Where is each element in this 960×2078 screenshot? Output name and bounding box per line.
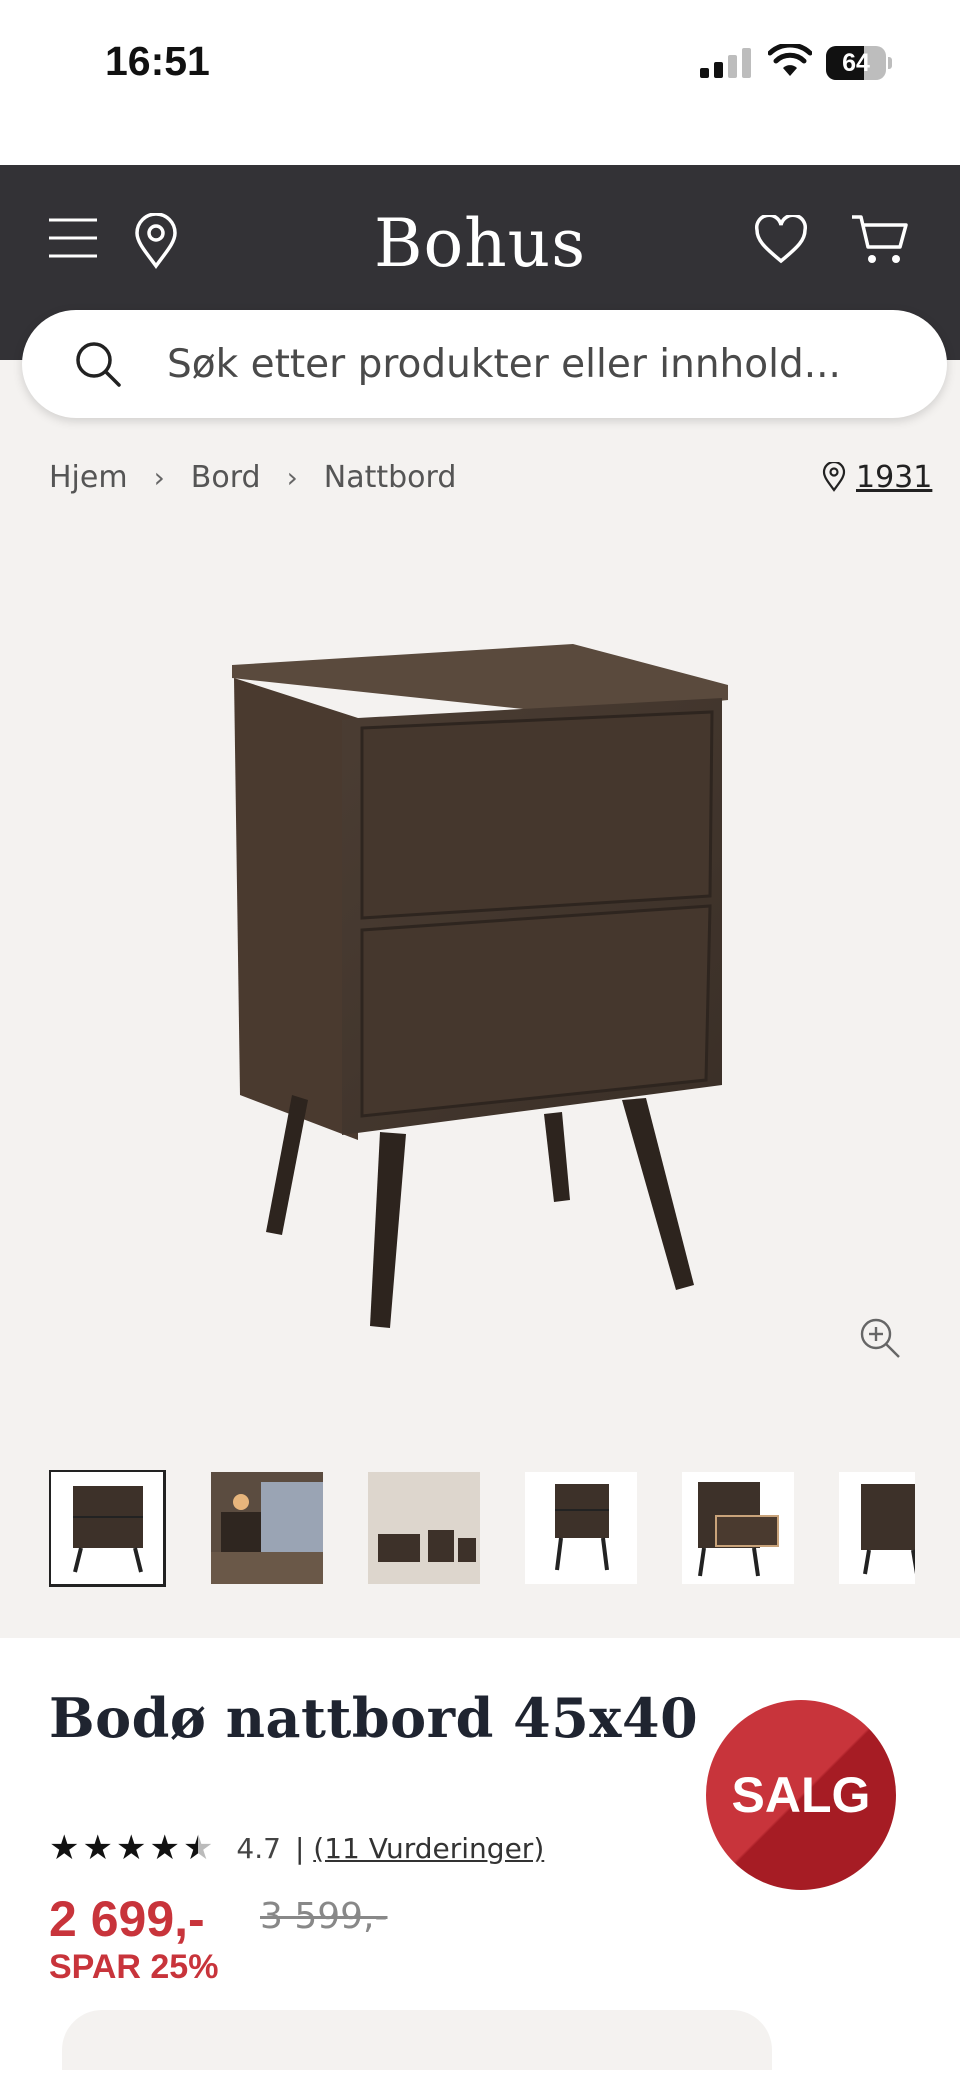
reviews-link-text[interactable]: (11 Vurderinger) [313,1832,544,1865]
search-input[interactable] [167,332,907,396]
store-label[interactable]: 1931 [856,460,932,495]
search-icon[interactable] [74,340,122,388]
reviews-link[interactable]: | (11 Vurderinger) [295,1832,544,1865]
breadcrumb-separator: › [286,460,298,494]
rating-divider: | [294,1831,305,1865]
rating-value: 4.7 [236,1831,281,1865]
zoom-in-icon[interactable] [858,1316,902,1360]
star-icon: ★ [115,1828,147,1868]
search-bar[interactable] [22,310,947,418]
battery-icon: 64 [826,46,892,80]
thumbnail-1[interactable] [49,1470,166,1587]
thumbnail-4[interactable] [525,1472,637,1584]
status-time: 16:51 [105,38,210,84]
thumbnail-2[interactable] [211,1472,323,1584]
product-rating[interactable]: ★ ★ ★ ★ ★ 4.7 | (11 Vurderinger) [49,1826,544,1870]
wifi-icon [768,44,812,76]
half-star-icon: ★ [182,1828,214,1868]
thumbnail-6[interactable] [839,1472,915,1584]
bottom-sheet-edge [62,2010,772,2070]
sale-badge: SALG [706,1700,896,1890]
breadcrumb-item-bord[interactable]: Bord [191,460,261,495]
product-info-panel: Bodø nattbord 45x40 SALG ★ ★ ★ ★ ★ 4.7 |… [0,1638,960,2078]
thumbnail-strip[interactable] [49,1470,915,1588]
original-price: 3 599,- [260,1896,388,1937]
breadcrumb-separator: › [153,460,165,494]
thumbnail-5[interactable] [682,1472,794,1584]
current-price: 2 699,- [49,1891,205,1947]
selected-store[interactable]: 1931 [822,455,932,499]
heart-icon[interactable] [754,215,808,265]
breadcrumb-item-hjem[interactable]: Hjem [49,460,128,495]
thumbnail-3[interactable] [368,1472,480,1584]
breadcrumb: Hjem › Bord › Nattbord [49,455,456,499]
star-icon: ★ [149,1828,180,1868]
cart-icon[interactable] [850,213,910,267]
status-bar: 16:51 64 [0,0,960,165]
cellular-signal-icon [700,48,752,78]
star-icon: ★ [49,1828,80,1868]
bohus-logo[interactable]: Bohus [0,205,960,282]
battery-level: 64 [842,49,870,77]
map-pin-icon [822,462,846,492]
product-main-image[interactable] [0,520,960,1400]
product-title: Bodø nattbord 45x40 [49,1686,699,1750]
rating-stars: ★ ★ ★ ★ ★ [49,1831,216,1865]
breadcrumb-item-nattbord[interactable]: Nattbord [324,460,457,495]
star-icon: ★ [82,1828,113,1868]
saving-label: SPAR 25% [49,1948,219,1986]
